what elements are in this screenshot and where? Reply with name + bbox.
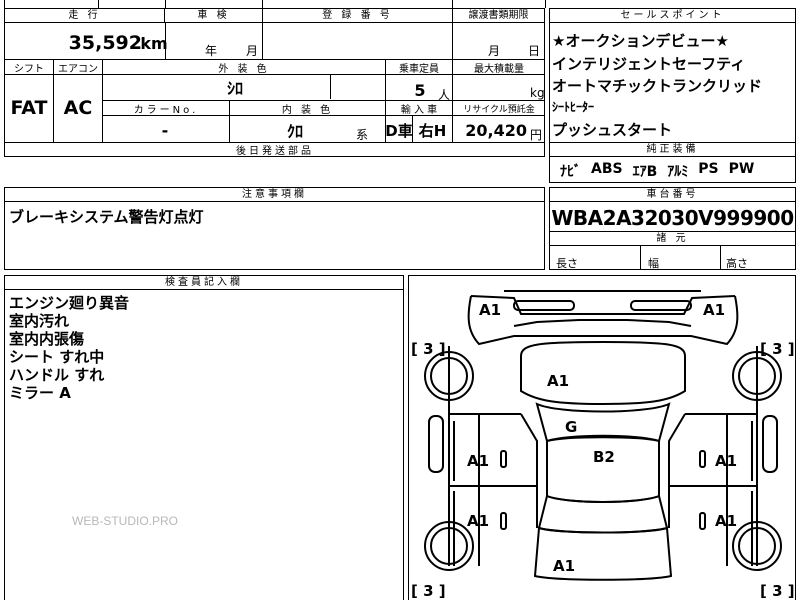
- sales-points-header: セールスポイント: [550, 9, 795, 23]
- equipment-item: ﾅﾋﾞ: [560, 164, 581, 180]
- damage-mark-roof: B2: [593, 448, 615, 466]
- damage-mark-left-front-door: A1: [467, 452, 490, 470]
- interior-suffix: 系: [356, 128, 369, 142]
- watermark: WEB-STUDIO.PRO: [72, 514, 179, 528]
- equipment-item: ｱﾙﾐ: [667, 164, 689, 180]
- capacity-label: 乗車定員: [399, 63, 439, 75]
- equipment-item: PS: [698, 161, 719, 177]
- damage-mark-hood: A1: [547, 372, 570, 390]
- transfer-month-unit: 月: [488, 44, 501, 58]
- registration-label: 登 録 番 号: [263, 9, 453, 23]
- capacity-value: 5: [414, 80, 426, 100]
- damage-mark-trunk: A1: [553, 557, 576, 575]
- mileage-label: 走 行: [5, 9, 165, 23]
- exterior-color-value: ｼﾛ: [226, 79, 243, 98]
- inspection-label: 車 検: [165, 9, 263, 23]
- interior-color-value: ｸﾛ: [286, 122, 303, 141]
- inspector-line: 室内内張傷: [9, 330, 85, 348]
- later-parts-label: 後日発送部品: [236, 145, 314, 157]
- width-label: 幅: [648, 257, 659, 270]
- damage-mark-right-rear-door: A1: [715, 512, 738, 530]
- recycle-unit: 円: [530, 128, 543, 142]
- chassis-number: WBA2A32030V999900: [551, 206, 794, 230]
- mileage-value: 35,592: [68, 32, 142, 54]
- dimensions-header: 諸 元: [550, 232, 795, 246]
- color-no-label: カラーNo.: [133, 104, 199, 116]
- height-label: 高さ: [726, 257, 748, 270]
- tire-mark-front-left: [ 3 ]: [411, 340, 446, 358]
- notes-text: ブレーキシステム警告灯点灯: [9, 208, 204, 226]
- mileage-unit: km: [140, 33, 168, 53]
- damage-mark-front-left: A1: [479, 301, 502, 319]
- chassis-header: 車台番号: [550, 188, 795, 202]
- damage-mark-left-rear-door: A1: [467, 512, 490, 530]
- inspector-line: エンジン廻り異音: [9, 294, 130, 312]
- standard-equipment-header: 純正装備: [550, 143, 795, 157]
- import-h-value: 右H: [418, 121, 447, 140]
- transfer-day-unit: 日: [528, 44, 541, 58]
- aircon-value: AC: [63, 97, 93, 119]
- color-no-value: -: [161, 120, 169, 140]
- inspection-month-unit: 月: [246, 44, 259, 58]
- equipment-item: PW: [728, 161, 755, 177]
- notes-header: 注意事項欄: [5, 188, 544, 202]
- equipment-item: ABS: [591, 161, 623, 177]
- exterior-color-label: 外 装 色: [218, 63, 270, 75]
- damage-mark-front-right: A1: [703, 301, 726, 319]
- sales-point-item: オートマチックトランクリッド: [552, 77, 763, 95]
- max-load-unit: kg: [530, 86, 545, 100]
- sales-point-item: ｼｰﾄﾋｰﾀｰ: [552, 100, 595, 114]
- inspector-line: ミラー A: [9, 384, 71, 402]
- aircon-label: エアコン: [58, 63, 98, 75]
- tire-mark-front-right: [ 3 ]: [760, 340, 795, 358]
- shift-label: シフト: [14, 63, 44, 75]
- sales-point-item: ★オークションデビュー★: [552, 32, 729, 50]
- interior-color-label: 内 装 色: [281, 104, 334, 116]
- tire-mark-rear-right: [ 3 ]: [760, 582, 795, 600]
- recycle-label: リサイクル預託金: [463, 104, 535, 115]
- tire-mark-rear-left: [ 3 ]: [411, 582, 446, 600]
- inspection-year-unit: 年: [205, 44, 218, 58]
- shift-value: FAT: [10, 97, 48, 119]
- max-load-label: 最大積載量: [474, 63, 524, 75]
- inspector-header: 検査員記入欄: [5, 276, 403, 290]
- inspector-notes: エンジン廻り異音 室内汚れ 室内内張傷 シート すれ中 ハンドル すれ ミラー …: [9, 294, 129, 402]
- equipment-item: ｴｱB: [632, 164, 658, 180]
- length-label: 長さ: [556, 257, 578, 270]
- recycle-value: 20,420: [465, 120, 527, 140]
- damage-mark-roof-front: G: [565, 418, 578, 436]
- inspector-line: シート すれ中: [9, 348, 105, 366]
- standard-equipment-list: ﾅﾋﾞ ABS ｴｱB ｱﾙﾐ PS PW: [560, 161, 790, 181]
- sales-point-item: プッシュスタート: [552, 121, 673, 139]
- import-label: 輸 入 車: [400, 104, 438, 116]
- inspector-line: ハンドル すれ: [9, 366, 105, 384]
- import-d-value: D車: [385, 121, 413, 140]
- damage-mark-right-front-door: A1: [715, 452, 738, 470]
- car-diagram-panel: A1 A1 A1 G B2 A1 A1 A1 A1 A1 [ 3 ] [ 3 ]…: [408, 275, 796, 600]
- transfer-deadline-label: 譲渡書類期限: [453, 9, 544, 23]
- sales-point-item: インテリジェントセーフティ: [552, 55, 746, 73]
- inspector-line: 室内汚れ: [9, 312, 70, 330]
- car-diagram: [424, 290, 782, 581]
